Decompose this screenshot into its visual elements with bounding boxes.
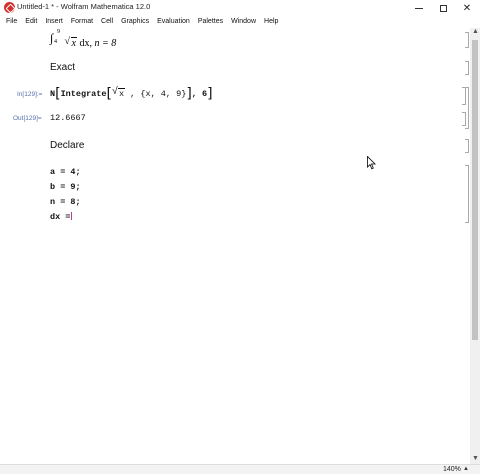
close-icon: ✕	[462, 2, 472, 14]
menu-help[interactable]: Help	[262, 16, 280, 27]
menu-window[interactable]: Window	[229, 16, 258, 27]
output-label: Out[129]=	[13, 115, 42, 122]
zoom-level[interactable]: 140%	[443, 465, 461, 474]
menu-format[interactable]: Format	[69, 16, 95, 27]
vertical-scrollbar[interactable]: ▲ ▼	[470, 28, 480, 464]
menu-graphics[interactable]: Graphics	[119, 16, 151, 27]
sqrt-expression: √ x	[64, 36, 77, 49]
exact-heading[interactable]: Exact	[50, 62, 75, 73]
output-value: 12.6667	[50, 113, 86, 123]
integral-text-cell[interactable]: ∫ 9 4 √ x dx, n = 8	[50, 29, 117, 49]
input-cell[interactable]: N[Integrate[√ x , {x, 4, 9}], 6]	[50, 86, 213, 102]
window-title: Untitled-1 * - Wolfram Mathematica 12.0	[17, 2, 151, 11]
code-line-dx-text: dx =	[50, 212, 71, 222]
cell-bracket[interactable]	[465, 139, 469, 153]
menu-bar: File Edit Insert Format Cell Graphics Ev…	[0, 16, 480, 27]
zoom-menu-icon[interactable]: ▲	[463, 465, 469, 474]
notebook-area[interactable]: ∫ 9 4 √ x dx, n = 8 Exact In[129]:= N[In…	[0, 28, 470, 464]
menu-evaluation[interactable]: Evaluation	[155, 16, 192, 27]
title-bar: Untitled-1 * - Wolfram Mathematica 12.0 …	[0, 0, 480, 16]
maximize-button[interactable]	[431, 0, 455, 16]
sqrt-radicand: x	[117, 88, 126, 99]
cell-bracket[interactable]	[465, 61, 469, 75]
declare-heading[interactable]: Declare	[50, 140, 84, 151]
menu-insert[interactable]: Insert	[43, 16, 65, 27]
integral-lower-limit: 4	[54, 39, 57, 45]
text-cursor	[71, 212, 73, 220]
menu-cell[interactable]: Cell	[99, 16, 115, 27]
code-line-dx[interactable]: dx =	[50, 212, 73, 222]
precision-arg: , 6	[191, 89, 208, 99]
input-label: In[129]:=	[17, 91, 43, 98]
cell-bracket[interactable]	[462, 112, 466, 126]
menu-palettes[interactable]: Palettes	[196, 16, 225, 27]
scroll-thumb[interactable]	[472, 40, 478, 340]
mathematica-logo-icon	[4, 2, 15, 13]
mouse-pointer-icon	[367, 156, 376, 170]
integral-sign: ∫	[50, 31, 54, 45]
cell-bracket[interactable]	[465, 165, 469, 223]
status-bar: 140% ▲	[0, 464, 480, 474]
cell-bracket[interactable]	[465, 32, 469, 48]
integrate-function: Integrate	[60, 89, 107, 99]
minimize-button[interactable]	[407, 0, 431, 16]
sqrt-expression: √ x	[111, 87, 126, 99]
integral-n: n = 8	[94, 38, 117, 49]
sqrt-radicand: x	[70, 37, 77, 49]
close-button[interactable]: ✕	[455, 0, 479, 16]
integration-range: {x, 4, 9}	[140, 89, 187, 99]
code-line-a[interactable]: a = 4;	[50, 167, 81, 177]
menu-file[interactable]: File	[4, 16, 19, 27]
integral-expression: ∫ 9 4	[50, 29, 62, 46]
integral-upper-limit: 9	[57, 29, 60, 35]
menu-edit[interactable]: Edit	[23, 16, 39, 27]
code-line-b[interactable]: b = 9;	[50, 182, 81, 192]
scroll-down-icon[interactable]: ▼	[472, 455, 479, 462]
maximize-icon	[439, 4, 447, 12]
minimize-icon	[415, 8, 423, 9]
integral-dx: dx,	[79, 38, 92, 49]
scroll-up-icon[interactable]: ▲	[472, 28, 479, 35]
code-line-n[interactable]: n = 8;	[50, 197, 81, 207]
